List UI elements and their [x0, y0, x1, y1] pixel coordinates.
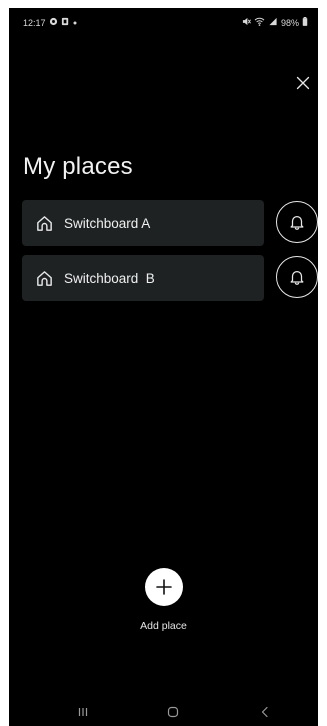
- home-nav-icon: [167, 706, 179, 718]
- status-bar-left: 12:17: [23, 17, 77, 28]
- back-icon: [261, 706, 268, 718]
- system-navigation-bar: [9, 696, 318, 726]
- place-name: Switchboard A: [64, 215, 151, 231]
- status-bar-right: 98%: [242, 17, 308, 28]
- place-card-switchboard-a[interactable]: Switchboard A: [22, 200, 264, 246]
- place-name: Switchboard B: [64, 270, 155, 286]
- recent-apps-icon: [78, 708, 88, 716]
- battery-percent: 98%: [280, 17, 299, 28]
- place-card-switchboard-b[interactable]: Switchboard B: [22, 255, 264, 301]
- add-place-button[interactable]: [144, 568, 183, 606]
- mute-icon: [242, 17, 251, 28]
- close-icon: [296, 76, 310, 90]
- plus-icon: [155, 579, 172, 595]
- status-bar: 12:17 98%: [9, 8, 318, 36]
- wifi-icon: [254, 17, 265, 28]
- whatsapp-icon: [49, 17, 58, 28]
- app-screen: 12:17 98% My places Switchboard A Switch…: [9, 8, 318, 726]
- dot-icon: [73, 19, 77, 27]
- place-row: Switchboard B: [22, 255, 318, 301]
- home-icon: [34, 268, 54, 288]
- notification-icon: [61, 17, 70, 28]
- signal-icon: [268, 17, 278, 28]
- notification-bell-button[interactable]: [276, 256, 318, 298]
- close-button[interactable]: [292, 72, 314, 94]
- places-list: Switchboard A Switchboard B: [22, 200, 318, 310]
- add-place-label: Add place: [140, 620, 187, 632]
- place-row: Switchboard A: [22, 200, 318, 246]
- bell-icon: [290, 215, 304, 230]
- notification-bell-button[interactable]: [276, 201, 318, 243]
- bell-icon: [290, 270, 304, 285]
- recent-apps-button[interactable]: [71, 702, 95, 722]
- add-place-section: Add place: [9, 568, 318, 632]
- home-nav-button[interactable]: [161, 702, 185, 722]
- back-button[interactable]: [253, 702, 277, 722]
- status-time: 12:17: [23, 17, 46, 28]
- battery-icon: [302, 17, 308, 28]
- page-title: My places: [23, 153, 133, 180]
- home-icon: [34, 213, 54, 233]
